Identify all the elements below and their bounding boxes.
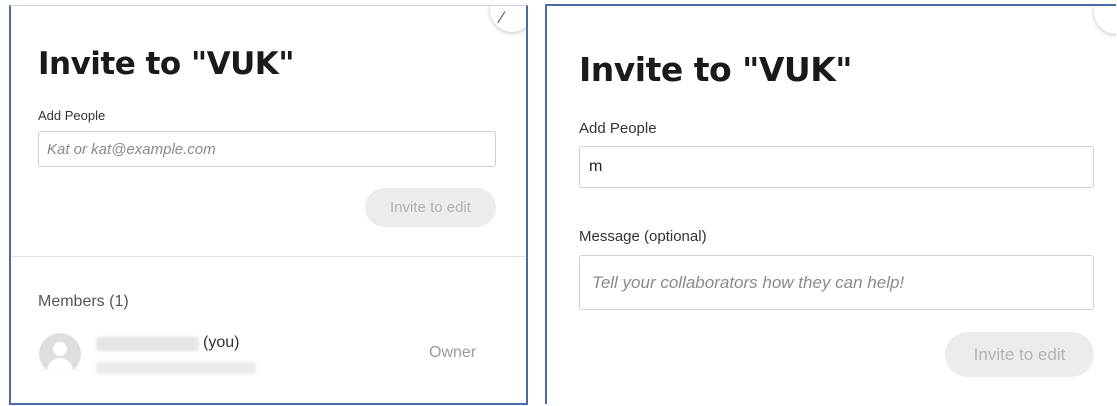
avatar bbox=[39, 333, 81, 375]
add-people-input[interactable]: m bbox=[579, 146, 1094, 188]
dialog-title: Invite to "VUK" bbox=[579, 50, 852, 89]
message-label: Message (optional) bbox=[579, 228, 707, 245]
message-input[interactable]: Tell your collaborators how they can hel… bbox=[579, 255, 1094, 310]
dialog-title: Invite to "VUK" bbox=[38, 46, 294, 82]
member-email-redacted bbox=[96, 362, 256, 374]
members-header: Members (1) bbox=[38, 293, 129, 310]
invite-to-edit-button[interactable]: Invite to edit bbox=[945, 332, 1094, 377]
invite-dialog-right: Invite to "VUK" Add People m Message (op… bbox=[545, 4, 1116, 404]
member-you-label: (you) bbox=[203, 334, 240, 351]
close-button[interactable] bbox=[1094, 6, 1116, 34]
divider bbox=[11, 256, 526, 257]
close-button[interactable]: ⁄ bbox=[490, 6, 526, 32]
invite-to-edit-button[interactable]: Invite to edit bbox=[365, 188, 496, 227]
add-people-label: Add People bbox=[38, 108, 106, 123]
add-people-input[interactable]: Kat or kat@example.com bbox=[38, 131, 496, 167]
close-icon: ⁄ bbox=[500, 8, 503, 27]
invite-dialog-left: ⁄ Invite to "VUK" Add People Kat or kat@… bbox=[9, 5, 528, 405]
member-name-redacted bbox=[96, 337, 199, 351]
member-role: Owner bbox=[429, 344, 477, 361]
add-people-label: Add People bbox=[579, 120, 657, 137]
